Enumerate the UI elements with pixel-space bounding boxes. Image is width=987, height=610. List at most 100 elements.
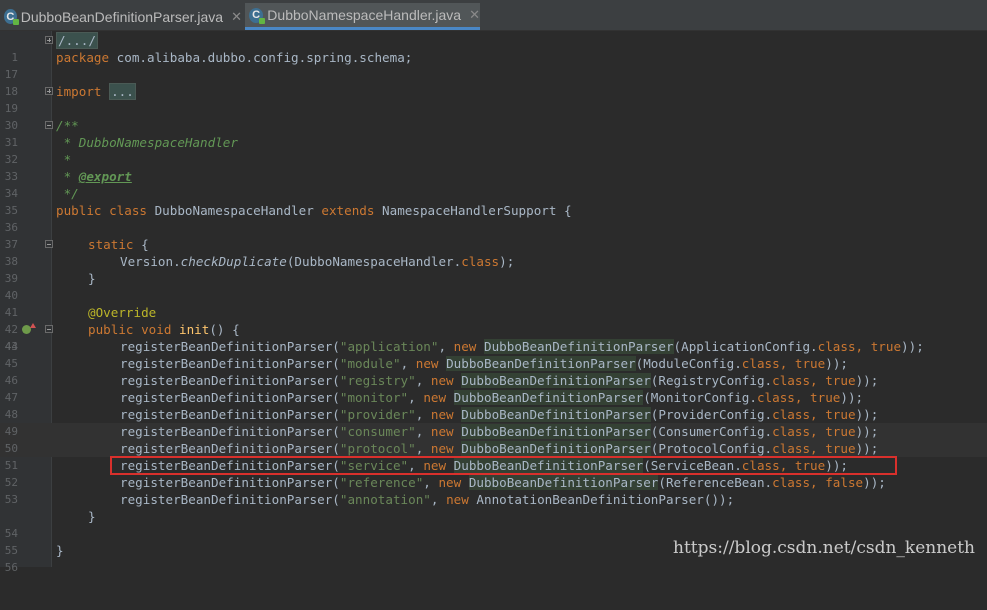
keyword: class <box>772 407 811 422</box>
folded-imports[interactable]: ... <box>109 83 136 100</box>
code-line: 39 Version.checkDuplicate(DubboNamespace… <box>0 253 987 285</box>
close-icon[interactable]: ✕ <box>231 9 242 25</box>
method-call: registerBeanDefinitionParser( <box>120 407 340 422</box>
punctuation: , <box>415 373 431 388</box>
boolean-flag: true <box>810 390 841 405</box>
brace: } <box>88 271 96 286</box>
config-class: (ProtocolConfig. <box>650 441 773 456</box>
punctuation: , <box>810 373 826 388</box>
punctuation: , <box>430 492 447 507</box>
code-line: 44 registerBeanDefinitionParser("applicat… <box>0 338 987 355</box>
editor-tab-bar: C DubboBeanDefinitionParser.java ✕ C Dub… <box>0 0 987 31</box>
config-class: (ReferenceBean. <box>658 475 773 490</box>
java-class-icon: C <box>249 7 266 24</box>
keyword: new <box>430 373 454 388</box>
code-line: 17 package com.alibaba.dubbo.config.spri… <box>0 49 987 81</box>
keyword: class <box>772 441 811 456</box>
keyword: new <box>438 475 462 490</box>
class-ref: Version. <box>120 254 181 269</box>
punctuation: , <box>810 475 826 490</box>
code-line: 42 @Override <box>0 304 987 336</box>
brace: } <box>88 509 96 524</box>
punctuation: )); <box>840 390 864 405</box>
punctuation: , <box>438 339 454 354</box>
config-class: (ApplicationConfig. <box>673 339 818 354</box>
tab-dubbo-bean-definition-parser[interactable]: C DubboBeanDefinitionParser.java ✕ <box>0 3 242 30</box>
code-line: 50 registerBeanDefinitionParser("protocol… <box>0 440 987 457</box>
fold-expand-icon[interactable] <box>45 36 53 44</box>
parser-class: DubboBeanDefinitionParser <box>461 373 651 388</box>
keyword: class <box>772 424 811 439</box>
punctuation: )); <box>901 339 924 354</box>
punctuation: ()); <box>703 492 735 507</box>
punctuation: () { <box>209 322 240 337</box>
config-class: (MonitorConfig. <box>643 390 757 405</box>
boolean-flag: true <box>825 441 856 456</box>
punctuation: )); <box>855 373 879 388</box>
boolean-flag: true <box>794 356 826 371</box>
static-method: checkDuplicate <box>180 254 287 269</box>
line-number: 45 <box>4 357 18 370</box>
punctuation: , <box>423 475 439 490</box>
java-class-icon: C <box>4 9 19 25</box>
highlight-box <box>110 456 897 475</box>
boolean-flag: true <box>870 339 902 354</box>
code-line: 53 registerBeanDefinitionParser("annotati… <box>0 491 987 508</box>
parser-class: DubboBeanDefinitionParser <box>483 339 674 354</box>
parser-name-string: "consumer" <box>339 424 416 439</box>
code-line: 34 * @export <box>0 168 987 200</box>
method-call: registerBeanDefinitionParser( <box>120 441 340 456</box>
parser-class: DubboBeanDefinitionParser <box>468 475 659 490</box>
fold-collapse-icon[interactable] <box>45 240 53 248</box>
parser-name-string: "application" <box>339 339 439 354</box>
code-line: 19 import ... <box>0 83 987 115</box>
punctuation: , <box>779 356 795 371</box>
punctuation: , <box>810 424 826 439</box>
parser-name-string: "annotation" <box>339 492 431 507</box>
method-call: registerBeanDefinitionParser( <box>120 373 340 388</box>
doc-tag: @export <box>78 169 132 184</box>
keyword: new <box>430 441 454 456</box>
punctuation: )); <box>855 424 879 439</box>
parser-class: DubboBeanDefinitionParser <box>461 424 651 439</box>
punctuation: , <box>415 424 431 439</box>
punctuation: , <box>415 407 431 422</box>
fold-collapse-icon[interactable] <box>45 121 53 129</box>
override-marker-icon[interactable] <box>22 323 36 334</box>
code-line: 45 registerBeanDefinitionParser("module",… <box>0 355 987 372</box>
method-call: registerBeanDefinitionParser( <box>120 390 340 405</box>
method-call: registerBeanDefinitionParser( <box>120 475 340 490</box>
punctuation: )); <box>863 475 886 490</box>
keyword: static <box>88 237 134 252</box>
line-number: 56 <box>4 561 18 574</box>
code-line: 37 <box>0 219 987 251</box>
code-line: 18 <box>0 66 987 98</box>
doc-comment: */ <box>56 186 79 201</box>
punctuation: )); <box>855 441 879 456</box>
close-icon[interactable]: ✕ <box>469 7 480 23</box>
method-call: registerBeanDefinitionParser( <box>120 356 340 371</box>
method-call: registerBeanDefinitionParser( <box>120 339 340 354</box>
tab-dubbo-namespace-handler[interactable]: C DubboNamespaceHandler.java ✕ <box>245 3 480 30</box>
parser-class: DubboBeanDefinitionParser <box>461 441 651 456</box>
doc-comment: * <box>56 169 79 184</box>
code-line: 32 * DubboNamespaceHandler <box>0 134 987 166</box>
keyword: public class <box>56 203 147 218</box>
fold-expand-icon[interactable] <box>45 87 53 95</box>
code-line: 36 public class DubboNamespaceHandler ex… <box>0 202 987 234</box>
fold-collapse-icon[interactable] <box>45 325 53 333</box>
config-class: (ModuleConfig. <box>635 356 742 371</box>
folded-header-comment[interactable]: /.../ <box>56 32 98 49</box>
line-number: 44 <box>4 340 18 353</box>
code-line: 35 */ <box>0 185 987 217</box>
line-number: 50 <box>4 442 18 455</box>
watermark: https://blog.csdn.net/csdn_kenneth <box>673 538 975 558</box>
parser-name-string: "module" <box>339 356 401 371</box>
parser-name-string: "reference" <box>339 475 424 490</box>
parser-class: DubboBeanDefinitionParser <box>453 390 644 405</box>
code-line: 31 /** <box>0 117 987 149</box>
brace: } <box>56 543 64 558</box>
keyword: class <box>772 475 811 490</box>
parser-class: DubboBeanDefinitionParser <box>446 356 636 371</box>
